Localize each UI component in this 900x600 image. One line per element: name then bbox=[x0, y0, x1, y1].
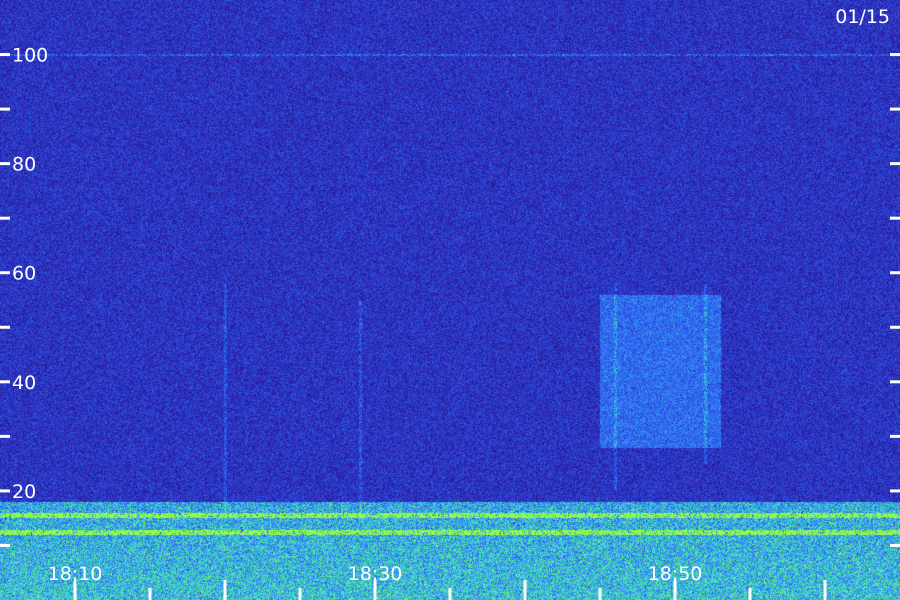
y-tick-label: 100 bbox=[12, 45, 48, 67]
x-tick-label: 18:30 bbox=[348, 563, 403, 585]
y-axis-left: 20 40 60 80 100 bbox=[0, 45, 48, 547]
date-label: 01/15 bbox=[835, 6, 890, 28]
y-tick-label: 80 bbox=[12, 154, 36, 176]
spectrogram-axes: 01/15 20 40 60 80 100 18:10 18:30 18:50 bbox=[0, 6, 900, 600]
y-tick-label: 60 bbox=[12, 263, 36, 285]
x-tick-label: 18:50 bbox=[648, 563, 703, 585]
y-tick-label: 20 bbox=[12, 481, 36, 503]
x-tick-label: 18:10 bbox=[48, 563, 103, 585]
y-axis-right bbox=[890, 53, 900, 547]
y-tick-label: 40 bbox=[12, 372, 36, 394]
spectrogram-panel: 01/15 20 40 60 80 100 18:10 18:30 18:50 bbox=[0, 0, 900, 600]
x-axis: 18:10 18:30 18:50 bbox=[48, 563, 827, 600]
